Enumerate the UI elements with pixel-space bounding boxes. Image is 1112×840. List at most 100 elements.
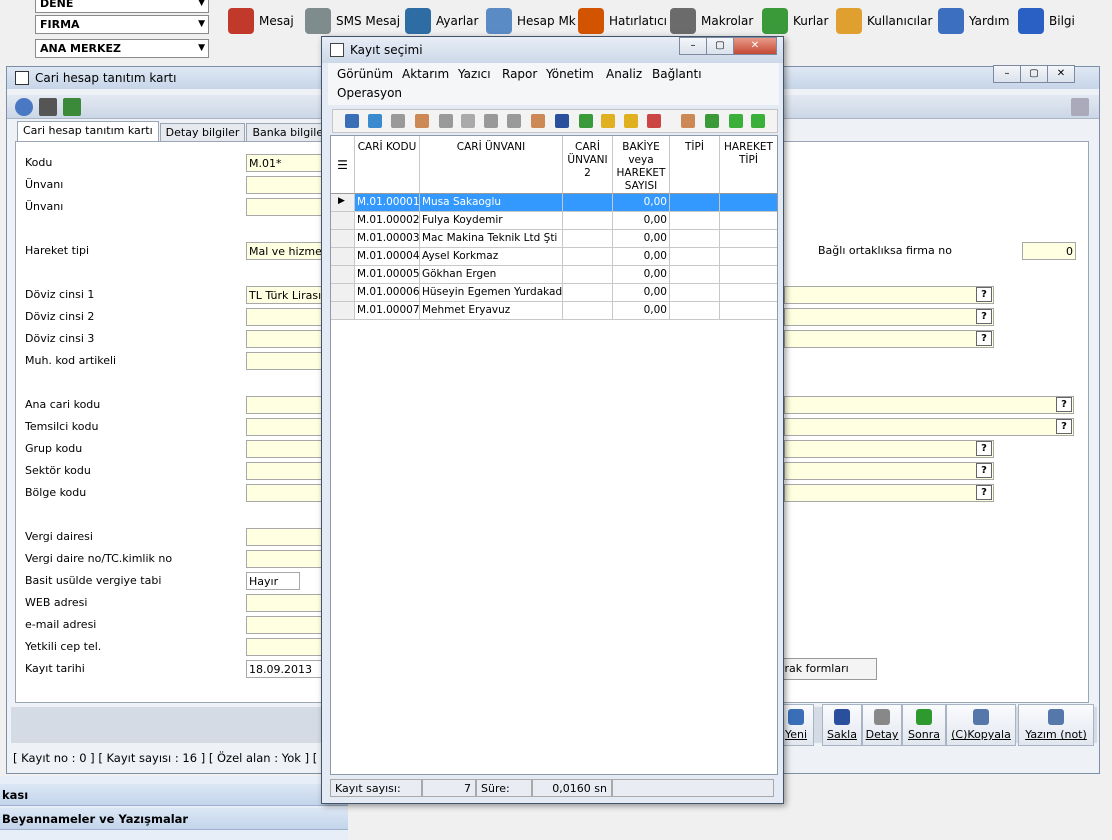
lookup-button[interactable]: ?	[976, 331, 992, 346]
lookup-button[interactable]: ?	[976, 463, 992, 478]
edit-icon[interactable]	[531, 114, 545, 128]
maximize-button[interactable]: ▢	[1020, 65, 1048, 83]
lookup-button[interactable]: ?	[1056, 419, 1072, 434]
column-header-4[interactable]: TİPİ	[670, 136, 720, 194]
field-kayit_tarihi[interactable]: 18.09.2013	[246, 660, 326, 678]
field-vergi_no[interactable]	[246, 550, 326, 568]
field-ext-5[interactable]	[784, 440, 994, 458]
field-bagli-firma-no[interactable]: 0	[1022, 242, 1076, 260]
column-header-1[interactable]: CARİ ÜNVANI	[420, 136, 563, 194]
arrow-right-2-icon[interactable]	[751, 114, 765, 128]
table-row[interactable]: M.01.00006 Hüseyin Egemen Yurdakadim 0,00	[331, 284, 777, 302]
tree-icon[interactable]	[439, 114, 453, 128]
toolbar-item-3[interactable]: Hesap Mk	[486, 6, 576, 36]
dialog-close-button[interactable]: ✕	[733, 37, 777, 55]
grid-icon[interactable]	[391, 114, 405, 128]
evrak-forms-button[interactable]: vrak formları	[773, 658, 877, 680]
table-row[interactable]: M.01.00004 Aysel Korkmaz 0,00	[331, 248, 777, 266]
menu-item-3[interactable]: Rapor	[502, 67, 537, 81]
column-header-2[interactable]: CARİ ÜNVANI 2	[563, 136, 613, 194]
arrow-right-icon[interactable]	[729, 114, 743, 128]
lookup-button[interactable]: ?	[976, 485, 992, 500]
field-vergi_dairesi[interactable]	[246, 528, 326, 546]
button-3[interactable]: Sonra	[902, 704, 946, 746]
field-basit_usul[interactable]: Hayır	[246, 572, 300, 590]
table-row[interactable]: M.01.00003 Mac Makina Teknik Ltd Şti 0,00	[331, 230, 777, 248]
field-muh_kod[interactable]	[246, 352, 326, 370]
field-doviz3[interactable]	[246, 330, 326, 348]
menu-item-2[interactable]: Yazıcı	[458, 67, 491, 81]
toolbar-item-4[interactable]: Hatırlatıcı	[578, 6, 667, 36]
toolbar-item-6[interactable]: Kurlar	[762, 6, 828, 36]
field-ext-2[interactable]	[784, 330, 994, 348]
toolbar-item-7[interactable]: Kullanıcılar	[836, 6, 932, 36]
help-icon[interactable]	[15, 98, 33, 116]
report-icon[interactable]	[63, 98, 81, 116]
columns-icon[interactable]	[415, 114, 429, 128]
button-4[interactable]: (C)Kopyala	[946, 704, 1016, 746]
table-row[interactable]: M.01.00007 Mehmet Eryavuz 0,00	[331, 302, 777, 320]
tab-cari-card[interactable]: Cari hesap tanıtım kartı	[17, 121, 159, 141]
field-doviz1[interactable]: TL Türk Lirası	[246, 286, 326, 304]
lookup-button[interactable]: ?	[976, 287, 992, 302]
field-unvani1[interactable]	[246, 176, 326, 194]
save-icon[interactable]	[555, 114, 569, 128]
nav-item-beyanname[interactable]: Beyannameler ve Yazışmalar	[0, 808, 348, 830]
calculator-icon[interactable]	[39, 98, 57, 116]
dialog-minimize-button[interactable]: –	[679, 37, 707, 55]
lookup-button[interactable]: ?	[1056, 397, 1072, 412]
table-row[interactable]: M.01.00002 Fulya Koydemir 0,00	[331, 212, 777, 230]
field-cep[interactable]	[246, 638, 326, 656]
table-row[interactable]: ▶ M.01.00001 Musa Sakaoglu 0,00	[331, 194, 777, 212]
field-ana_cari[interactable]	[246, 396, 326, 414]
refresh-doc-icon[interactable]	[705, 114, 719, 128]
field-unvani2[interactable]	[246, 198, 326, 216]
menu-item-7[interactable]: Operasyon	[337, 86, 402, 100]
grid-options-icon[interactable]: ☰	[331, 136, 355, 194]
dialog-maximize-button[interactable]: ▢	[706, 37, 734, 55]
table-row[interactable]: M.01.00005 Gökhan Ergen 0,00	[331, 266, 777, 284]
column-header-5[interactable]: HAREKET TİPİ	[720, 136, 777, 194]
field-ext-6[interactable]	[784, 462, 994, 480]
menu-item-0[interactable]: Görünüm	[337, 67, 393, 81]
lookup-button[interactable]: ?	[976, 441, 992, 456]
field-ext-4[interactable]	[784, 418, 1074, 436]
toolbar-item-8[interactable]: Yardım	[938, 6, 1009, 36]
column-header-3[interactable]: BAKİYE veya HAREKET SAYISI	[613, 136, 670, 194]
menu-item-5[interactable]: Analiz	[606, 67, 642, 81]
field-doviz2[interactable]	[246, 308, 326, 326]
column-header-0[interactable]: CARİ KODU	[355, 136, 420, 194]
firm-combo[interactable]: FIRMA ▼	[35, 15, 209, 34]
button-5[interactable]: Yazım (not)	[1018, 704, 1094, 746]
field-ext-0[interactable]	[784, 286, 994, 304]
document-icon[interactable]	[681, 114, 695, 128]
menu-item-1[interactable]: Aktarım	[402, 67, 449, 81]
settings-icon[interactable]	[1071, 98, 1089, 116]
field-grup[interactable]	[246, 440, 326, 458]
toolbar-item-5[interactable]: Makrolar	[670, 6, 753, 36]
tag2-icon[interactable]	[507, 114, 521, 128]
exchange-icon[interactable]	[579, 114, 593, 128]
filter-icon[interactable]	[461, 114, 475, 128]
button-1[interactable]: Sakla	[822, 704, 862, 746]
nav-item-kasa[interactable]: kası	[0, 784, 348, 806]
toolbar-item-1[interactable]: SMS Mesaj	[305, 6, 400, 36]
close-button[interactable]: ✕	[1047, 65, 1075, 83]
field-web[interactable]	[246, 594, 326, 612]
field-ext-3[interactable]	[784, 396, 1074, 414]
field-hareket_tipi[interactable]: Mal ve hizmet a	[246, 242, 326, 260]
button-2[interactable]: Detay	[862, 704, 902, 746]
tag-icon[interactable]	[484, 114, 498, 128]
star-icon[interactable]	[624, 114, 638, 128]
down-arrow-icon[interactable]	[368, 114, 382, 128]
menu-item-6[interactable]: Bağlantı	[652, 67, 702, 81]
menu-item-4[interactable]: Yönetim	[546, 67, 594, 81]
hierarchy-icon[interactable]	[647, 114, 661, 128]
field-email[interactable]	[246, 616, 326, 634]
refresh-icon[interactable]	[345, 114, 359, 128]
field-kodu[interactable]: M.01*	[246, 154, 326, 172]
field-ext-7[interactable]	[784, 484, 994, 502]
field-temsilci[interactable]	[246, 418, 326, 436]
field-ext-1[interactable]	[784, 308, 994, 326]
branch-combo[interactable]: ANA MERKEZ ▼	[35, 39, 209, 58]
